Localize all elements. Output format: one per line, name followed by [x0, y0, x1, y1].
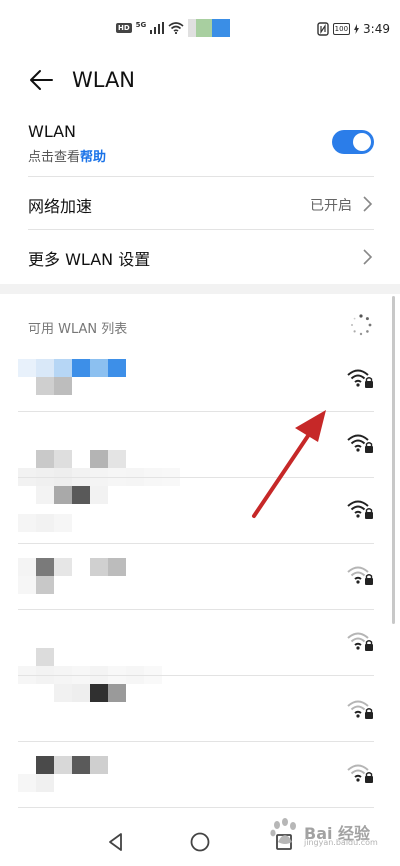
redacted-block — [188, 19, 197, 37]
network-list-item[interactable] — [0, 742, 400, 808]
page-title: WLAN — [72, 68, 136, 92]
network-list-item[interactable] — [0, 676, 400, 742]
status-bar: HD 5G 100 3:49 — [0, 0, 400, 56]
help-link[interactable]: 帮助 — [80, 150, 106, 165]
section-separator — [0, 284, 400, 294]
status-bar-left-icons: HD 5G — [116, 18, 231, 38]
chevron-right-icon — [363, 249, 373, 265]
wifi-locked-weak-icon — [347, 632, 373, 651]
wlan-toggle-row[interactable]: WLAN 点击查看帮助 — [0, 122, 400, 176]
wlan-subtitle: 点击查看帮助 — [28, 146, 106, 165]
redacted-block — [196, 19, 213, 37]
wlan-label: WLAN — [28, 122, 77, 141]
network-acceleration-value: 已开启 — [310, 198, 352, 214]
network-acceleration-label: 网络加速 — [28, 197, 93, 216]
wifi-icon — [168, 22, 184, 34]
nav-back-icon[interactable] — [104, 830, 128, 854]
wlan-switch[interactable] — [332, 130, 374, 154]
redacted-block — [212, 19, 231, 37]
wifi-locked-weak-icon — [347, 700, 373, 719]
nfc-icon — [316, 22, 329, 36]
chevron-right-icon — [363, 196, 373, 212]
more-wlan-settings-row[interactable]: 更多 WLAN 设置 — [0, 230, 400, 282]
battery-icon: 100 — [332, 23, 351, 35]
wifi-locked-weak-icon — [347, 764, 373, 783]
battery-level: 100 — [334, 25, 349, 33]
more-wlan-settings-label: 更多 WLAN 设置 — [28, 250, 151, 269]
signal-icon — [150, 22, 165, 34]
watermark: Bai 经验 jingyan.baidu.com — [266, 812, 378, 852]
network-list-item[interactable] — [0, 345, 400, 411]
title-bar: WLAN — [0, 56, 400, 104]
wlan-subtitle-prefix: 点击查看 — [28, 150, 81, 165]
divider — [18, 807, 374, 808]
switch-knob — [353, 133, 371, 151]
hd-badge: HD — [116, 23, 132, 33]
watermark-subtext: jingyan.baidu.com — [304, 838, 378, 847]
available-networks-title: 可用 WLAN 列表 — [28, 322, 128, 337]
network-list-item[interactable] — [0, 478, 400, 544]
wifi-locked-strong-icon — [347, 434, 373, 453]
network-list-item[interactable] — [0, 610, 400, 684]
wifi-locked-weak-icon — [347, 566, 373, 585]
paw-logo-icon — [270, 818, 296, 844]
network-list-item[interactable] — [0, 412, 400, 504]
back-arrow-icon — [30, 70, 53, 90]
wifi-locked-strong-icon — [347, 500, 373, 519]
wifi-locked-strong-icon — [347, 369, 373, 388]
network-acceleration-row[interactable]: 网络加速 已开启 — [0, 177, 400, 229]
back-button[interactable] — [24, 66, 58, 94]
network-list-item[interactable] — [0, 544, 400, 610]
clock: 3:49 — [363, 22, 390, 36]
5g-badge: 5G — [135, 21, 147, 29]
nav-home-icon[interactable] — [188, 830, 212, 854]
status-bar-right-icons: 100 3:49 — [316, 20, 390, 38]
loading-spinner-icon — [351, 314, 372, 336]
charging-icon — [354, 24, 360, 34]
